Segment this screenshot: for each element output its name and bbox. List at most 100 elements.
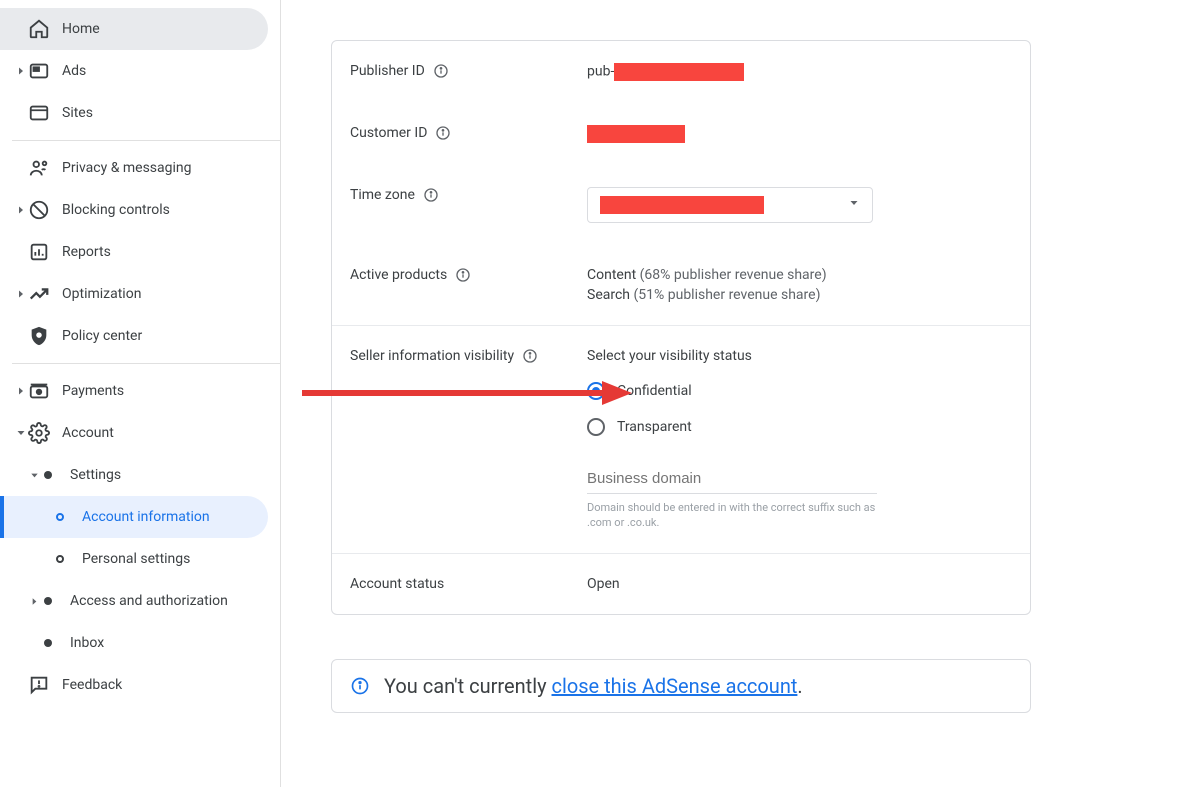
caret-right-icon <box>13 202 29 218</box>
sidebar-item-reports[interactable]: Reports <box>0 231 268 273</box>
sidebar-item-personal-settings[interactable]: Personal settings <box>0 538 268 580</box>
sidebar-label-inbox: Inbox <box>70 635 104 651</box>
sidebar-label-home: Home <box>62 21 100 37</box>
bullet-icon <box>44 639 52 647</box>
sidebar-label-reports: Reports <box>62 244 111 260</box>
sidebar-label-access: Access and authorization <box>70 593 228 609</box>
radio-transparent[interactable]: Transparent <box>587 418 1012 436</box>
policy-icon <box>28 325 50 347</box>
radio-transparent-label: Transparent <box>617 419 692 435</box>
info-icon[interactable] <box>433 63 449 79</box>
publisher-id-value: pub- <box>587 63 1012 81</box>
sidebar-label-optimization: Optimization <box>62 286 141 302</box>
sidebar-item-account-information[interactable]: Account information <box>0 496 268 538</box>
redacted-block <box>587 125 685 143</box>
info-icon <box>350 676 370 696</box>
product-search: Search <box>587 287 633 303</box>
reports-icon <box>28 241 50 263</box>
radio-confidential-label: Confidential <box>617 383 692 399</box>
sidebar-item-feedback[interactable]: Feedback <box>0 664 268 706</box>
radio-confidential[interactable]: Confidential <box>587 382 1012 400</box>
publisher-id-prefix: pub- <box>587 64 614 80</box>
home-icon <box>28 18 50 40</box>
sidebar-label-payments: Payments <box>62 383 124 399</box>
close-account-link[interactable]: close this AdSense account <box>552 674 798 698</box>
caret-down-icon <box>27 468 41 482</box>
blocking-icon <box>28 199 50 221</box>
sidebar-item-sites[interactable]: Sites <box>0 92 268 134</box>
row-publisher-id: Publisher ID pub- <box>332 41 1030 103</box>
info-icon[interactable] <box>522 348 538 364</box>
sidebar: Home Ads Sites Privacy & messaging <box>0 0 281 787</box>
caret-right-icon <box>13 63 29 79</box>
bullet-open-icon <box>56 555 64 563</box>
optimization-icon <box>28 283 50 305</box>
sidebar-item-settings[interactable]: Settings <box>0 454 268 496</box>
row-active-products: Active products Content (68% publisher r… <box>332 245 1030 325</box>
sidebar-label-privacy: Privacy & messaging <box>62 160 192 176</box>
sidebar-label-settings: Settings <box>70 467 121 483</box>
bullet-icon <box>44 597 52 605</box>
sidebar-item-payments[interactable]: Payments <box>0 370 268 412</box>
main-content: Publisher ID pub- Customer ID <box>281 0 1200 787</box>
active-products-label: Active products <box>350 267 447 283</box>
seller-visibility-label: Seller information visibility <box>350 348 514 364</box>
product-content: Content <box>587 267 640 283</box>
customer-id-value <box>587 125 1012 143</box>
row-account-status: Account status Open <box>332 553 1030 614</box>
caret-right-icon <box>13 286 29 302</box>
timezone-select[interactable] <box>587 187 873 223</box>
bullet-icon <box>44 471 52 479</box>
sidebar-item-access[interactable]: Access and authorization <box>0 580 268 622</box>
sidebar-item-privacy[interactable]: Privacy & messaging <box>0 147 268 189</box>
sidebar-item-account[interactable]: Account <box>0 412 268 454</box>
row-customer-id: Customer ID <box>332 103 1030 165</box>
sidebar-item-ads[interactable]: Ads <box>0 50 268 92</box>
feedback-icon <box>28 674 50 696</box>
divider <box>12 363 280 364</box>
privacy-icon <box>28 157 50 179</box>
radio-selected-icon <box>587 382 605 400</box>
sidebar-label-policy: Policy center <box>62 328 142 344</box>
product-search-share: (51% publisher revenue share) <box>633 287 820 303</box>
info-icon[interactable] <box>423 187 439 203</box>
sidebar-label-ads: Ads <box>62 63 86 79</box>
info-icon[interactable] <box>435 125 451 141</box>
caret-right-icon <box>27 594 41 608</box>
divider <box>12 140 280 141</box>
caret-right-icon <box>13 383 29 399</box>
row-seller-visibility: Seller information visibility Select you… <box>332 325 1030 553</box>
account-status-value: Open <box>587 576 1012 592</box>
redacted-block <box>600 196 764 214</box>
sidebar-label-sites: Sites <box>62 105 93 121</box>
business-domain-hint: Domain should be entered in with the cor… <box>587 500 877 531</box>
sidebar-item-inbox[interactable]: Inbox <box>0 622 268 664</box>
redacted-block <box>614 63 744 81</box>
business-domain-input[interactable] <box>587 464 877 494</box>
sites-icon <box>28 102 50 124</box>
settings-gear-icon <box>28 422 50 444</box>
account-status-label: Account status <box>350 576 444 592</box>
sidebar-item-home[interactable]: Home <box>0 8 268 50</box>
sidebar-item-policy[interactable]: Policy center <box>0 315 268 357</box>
radio-unselected-icon <box>587 418 605 436</box>
sidebar-label-feedback: Feedback <box>62 677 122 693</box>
timezone-label: Time zone <box>350 187 415 203</box>
bullet-open-icon <box>56 513 64 521</box>
publisher-id-label: Publisher ID <box>350 63 425 79</box>
caret-down-icon <box>13 425 29 441</box>
sidebar-label-blocking: Blocking controls <box>62 202 170 218</box>
banner-prefix: You can't currently <box>384 674 552 698</box>
sidebar-item-blocking[interactable]: Blocking controls <box>0 189 268 231</box>
sidebar-label-account-info: Account information <box>82 509 210 525</box>
seller-visibility-prompt: Select your visibility status <box>587 348 1012 364</box>
sidebar-item-optimization[interactable]: Optimization <box>0 273 268 315</box>
info-icon[interactable] <box>455 267 471 283</box>
close-account-banner: You can't currently close this AdSense a… <box>331 659 1031 713</box>
ads-icon <box>28 60 50 82</box>
account-info-card: Publisher ID pub- Customer ID <box>331 40 1031 615</box>
chevron-down-icon <box>848 197 860 213</box>
row-timezone: Time zone <box>332 165 1030 245</box>
banner-suffix: . <box>797 674 802 698</box>
sidebar-label-account: Account <box>62 425 114 441</box>
